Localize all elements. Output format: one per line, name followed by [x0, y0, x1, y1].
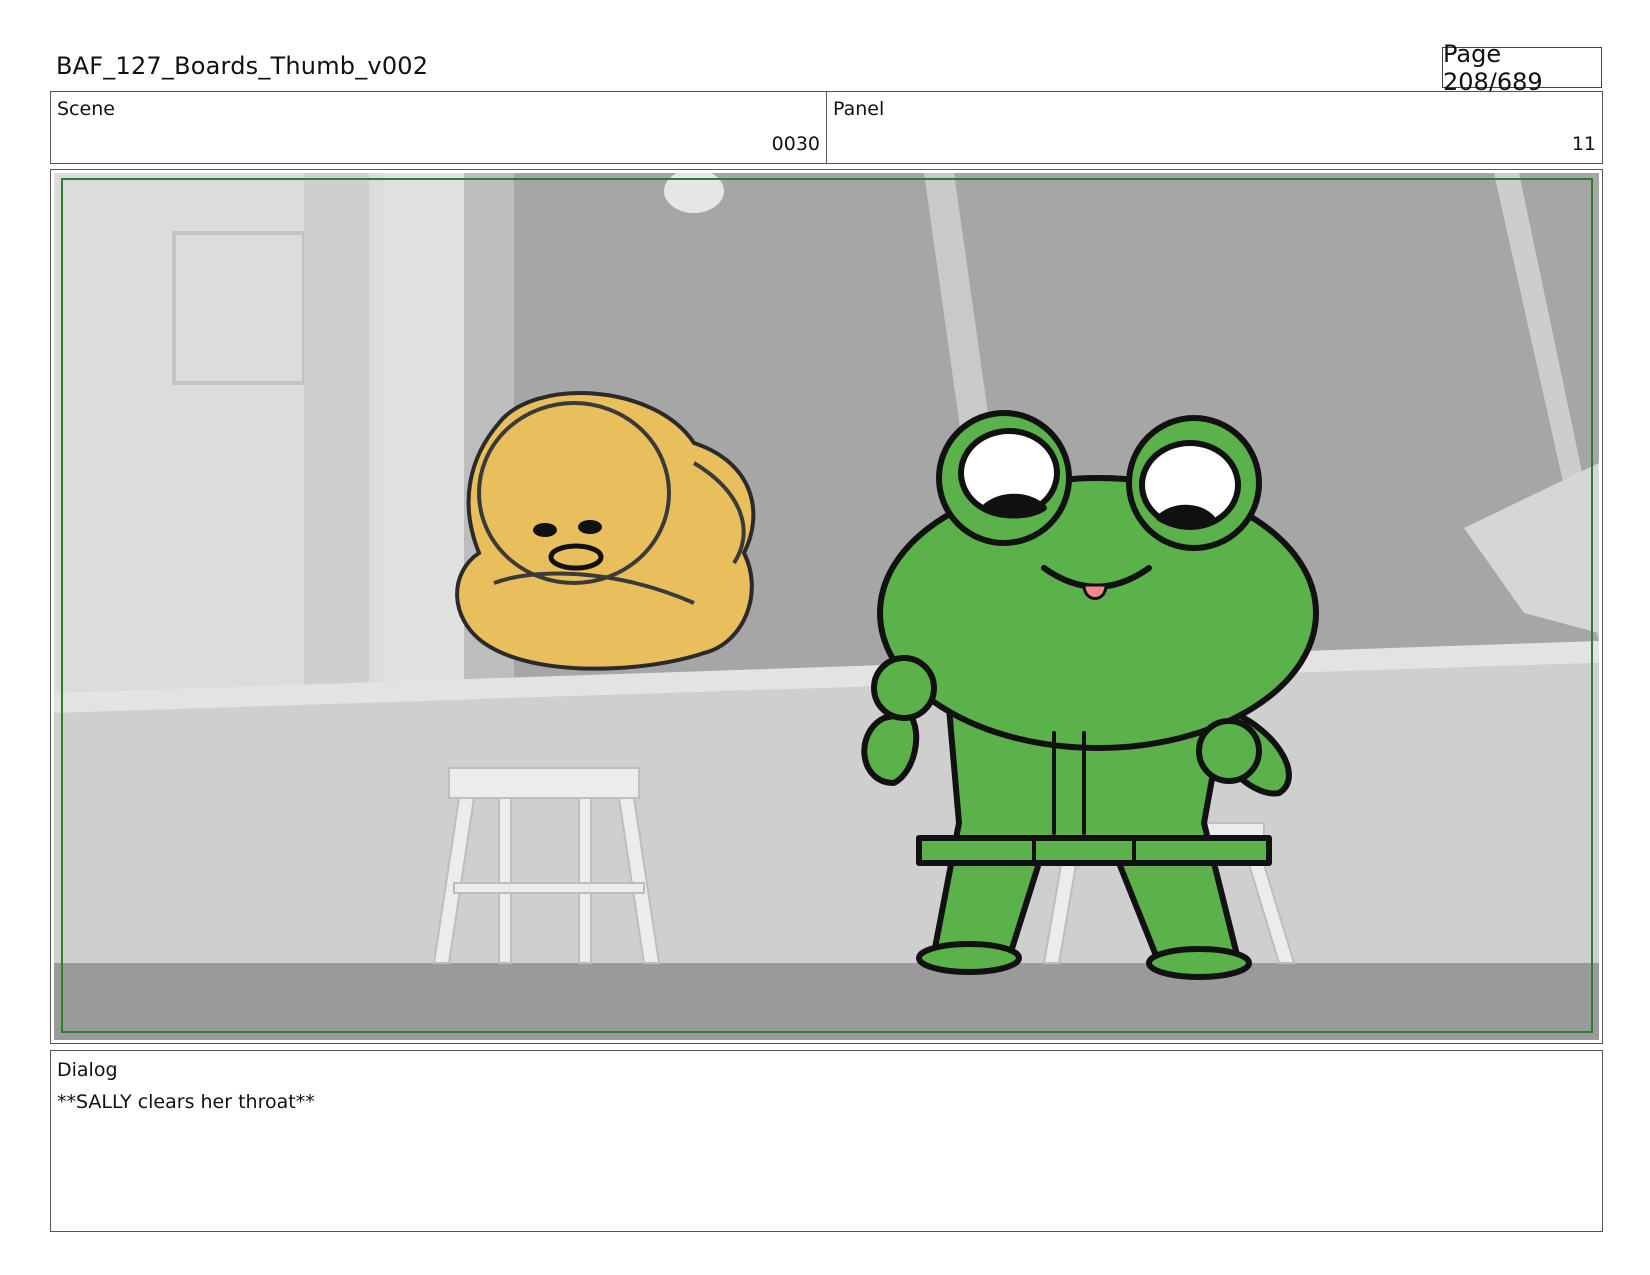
storyboard-panel — [50, 169, 1603, 1044]
panel-value: 11 — [1571, 133, 1596, 155]
panel-cell: Panel 11 — [826, 92, 1602, 163]
scene-cell: Scene 0030 — [51, 92, 826, 163]
info-row: Scene 0030 Panel 11 — [50, 91, 1603, 164]
dialog-label: Dialog — [57, 1059, 118, 1081]
document-title: BAF_127_Boards_Thumb_v002 — [56, 52, 429, 80]
scene-value: 0030 — [771, 133, 820, 155]
dialog-box: Dialog **SALLY clears her throat** — [50, 1050, 1603, 1232]
dialog-text: **SALLY clears her throat** — [57, 1091, 315, 1113]
panel-label: Panel — [833, 98, 885, 120]
page-number-box: Page 208/689 — [1442, 40, 1602, 96]
scene-label: Scene — [57, 98, 115, 120]
storyboard-artwork — [54, 173, 1599, 1040]
